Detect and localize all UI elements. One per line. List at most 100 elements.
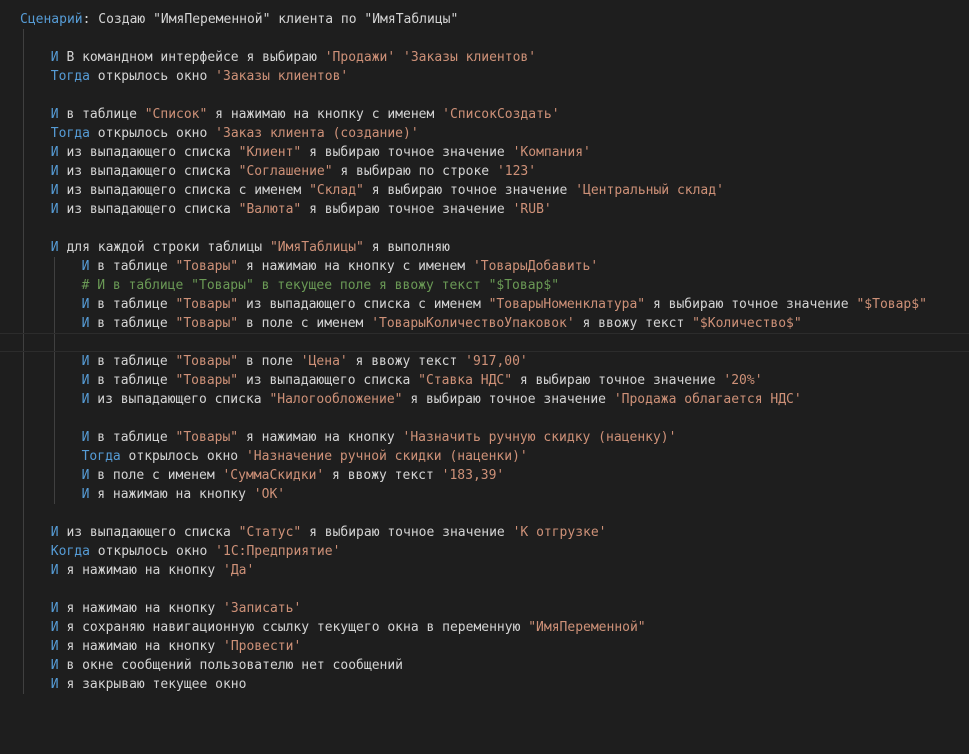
string-literal: "Налогообложение" — [269, 392, 403, 407]
code-line[interactable]: И я нажимаю на кнопку 'ОК' — [0, 485, 969, 504]
code-line[interactable]: И в таблице "Товары" из выпадающего спис… — [0, 295, 969, 314]
comment-text: # И в таблице "Товары" в текущее поле я … — [81, 278, 560, 293]
step-text: я нажимаю на кнопку — [89, 487, 254, 502]
code-line[interactable]: И в таблице "Товары" я нажимаю на кнопку… — [0, 428, 969, 447]
code-line[interactable]: И я нажимаю на кнопку 'Да' — [0, 561, 969, 580]
code-line[interactable]: И я сохраняю навигационную ссылку текуще… — [0, 618, 969, 637]
code-line[interactable]: # И в таблице "Товары" в текущее поле я … — [0, 276, 969, 295]
step-text: я нажимаю на кнопку — [58, 601, 223, 616]
step-text: я нажимаю на кнопку — [58, 639, 223, 654]
code-line[interactable]: И из выпадающего списка "Статус" я выбир… — [0, 523, 969, 542]
code-line[interactable]: Тогда открылось окно 'Заказ клиента (соз… — [0, 124, 969, 143]
string-literal: 'Заказ клиента (создание)' — [215, 126, 419, 141]
step-text: в таблице — [89, 430, 176, 445]
step-text: я выбираю точное значение — [301, 202, 513, 217]
step-text: я выбираю точное значение — [301, 525, 513, 540]
string-literal: 'К отгрузке' — [512, 525, 607, 540]
code-line[interactable]: И в окне сообщений пользователю нет сооб… — [0, 656, 969, 675]
string-literal: "Товары" — [175, 373, 239, 388]
current-line-highlight — [0, 333, 969, 352]
string-literal: '917,00' — [465, 354, 528, 369]
string-literal: 'Провести' — [223, 639, 302, 654]
step-text: я нажимаю на кнопку с именем — [207, 107, 443, 122]
code-line[interactable]: Тогда открылось окно 'Заказы клиентов' — [0, 67, 969, 86]
code-line[interactable]: И из выпадающего списка "Валюта" я выбир… — [0, 200, 969, 219]
step-keyword: И — [50, 164, 59, 179]
step-text: я ввожу текст — [347, 354, 466, 369]
step-keyword: И — [50, 240, 59, 255]
step-keyword: И — [50, 677, 59, 692]
step-text: я выбираю точное значение — [402, 392, 614, 407]
code-line[interactable]: Сценарий: Создаю "ИмяПеременной" клиента… — [0, 10, 969, 29]
step-keyword: И — [50, 658, 59, 673]
code-line[interactable]: И в таблице "Товары" в поле с именем 'То… — [0, 314, 969, 333]
string-literal: 'ОК' — [253, 487, 286, 502]
step-text: в поле — [238, 354, 301, 369]
code-line[interactable]: И в таблице "Товары" в поле 'Цена' я вво… — [0, 352, 969, 371]
code-line[interactable]: И в таблице "Список" я нажимаю на кнопку… — [0, 105, 969, 124]
step-text: я нажимаю на кнопку — [58, 563, 223, 578]
step-text: я выбираю точное значение — [645, 297, 857, 312]
string-literal: 'СписокСоздать' — [442, 107, 560, 122]
string-literal: "ТоварыНоменклатура" — [488, 297, 646, 312]
step-text: я выбираю точное значение — [363, 183, 576, 198]
string-literal: "Склад" — [309, 183, 364, 198]
step-text: из выпадающего списка с именем — [238, 297, 489, 312]
string-literal: 'Записать' — [223, 601, 302, 616]
code-line[interactable]: И в поле с именем 'СуммаСкидки' я ввожу … — [0, 466, 969, 485]
step-text: я ввожу текст — [324, 468, 442, 483]
code-line[interactable]: И из выпадающего списка "Налогообложение… — [0, 390, 969, 409]
code-line[interactable]: И я закрываю текущее окно — [0, 675, 969, 694]
step-keyword: Тогда — [81, 449, 121, 464]
code-line[interactable]: И В командном интерфейсе я выбираю 'Прод… — [0, 48, 969, 67]
step-keyword: И — [50, 563, 59, 578]
string-literal: 'Да' — [223, 563, 255, 578]
step-keyword: И — [50, 202, 59, 217]
step-text: в таблице — [89, 259, 176, 274]
string-literal: '183,39' — [441, 468, 505, 483]
string-literal: "Клиент" — [238, 145, 302, 160]
step-text: я выбираю точное значение — [301, 145, 513, 160]
code-line[interactable]: И я нажимаю на кнопку 'Записать' — [0, 599, 969, 618]
step-text: я выбираю точное значение — [512, 373, 724, 388]
string-literal: "Список" — [144, 107, 208, 122]
step-keyword: И — [50, 107, 59, 122]
step-text: я нажимаю на кнопку с именем — [238, 259, 473, 274]
code-line[interactable]: И я нажимаю на кнопку 'Провести' — [0, 637, 969, 656]
code-editor[interactable]: Сценарий: Создаю "ИмяПеременной" клиента… — [0, 0, 969, 754]
string-literal: "Товары" — [175, 297, 239, 312]
step-text: в таблице — [89, 354, 176, 369]
step-keyword: Когда — [50, 544, 90, 559]
step-text: я ввожу текст — [574, 316, 693, 331]
step-text: открылось окно — [89, 126, 216, 141]
step-text: в поле с именем — [89, 468, 223, 483]
code-line[interactable]: И в таблице "Товары" из выпадающего спис… — [0, 371, 969, 390]
code-line[interactable]: И в таблице "Товары" я нажимаю на кнопку… — [0, 257, 969, 276]
scenario-keyword: Сценарий — [20, 12, 83, 27]
code-line[interactable]: И для каждой строки таблицы "ИмяТаблицы"… — [0, 238, 969, 257]
step-text: из выпадающего списка — [238, 373, 419, 388]
string-literal: 'Заказы клиентов' — [215, 69, 349, 84]
step-text — [395, 50, 403, 65]
step-keyword: Тогда — [50, 126, 90, 141]
string-literal: 'СуммаСкидки' — [222, 468, 325, 483]
step-text: я сохраняю навигационную ссылку текущего… — [58, 620, 529, 635]
string-literal: "$Количество$" — [692, 316, 802, 331]
step-text: я закрываю текущее окно — [58, 677, 247, 692]
code-line[interactable]: И из выпадающего списка с именем "Склад"… — [0, 181, 969, 200]
step-text: я выбираю по строке — [332, 164, 497, 179]
string-literal: "Товары" — [175, 354, 239, 369]
string-literal: 'Продажи' — [324, 50, 396, 65]
string-literal: 'Продажа облагается НДС' — [613, 392, 802, 407]
string-literal: "Валюта" — [238, 202, 302, 217]
string-literal: "Статус" — [238, 525, 302, 540]
step-text: открылось окно — [89, 69, 216, 84]
string-literal: "Ставка НДС" — [418, 373, 513, 388]
step-text: в поле с именем — [238, 316, 372, 331]
string-literal: '1С:Предприятие' — [215, 544, 341, 559]
code-line[interactable]: Тогда открылось окно 'Назначение ручной … — [0, 447, 969, 466]
code-line[interactable]: И из выпадающего списка "Клиент" я выбир… — [0, 143, 969, 162]
step-keyword: Тогда — [50, 69, 90, 84]
code-line[interactable]: Когда открылось окно '1С:Предприятие' — [0, 542, 969, 561]
code-line[interactable]: И из выпадающего списка "Соглашение" я в… — [0, 162, 969, 181]
